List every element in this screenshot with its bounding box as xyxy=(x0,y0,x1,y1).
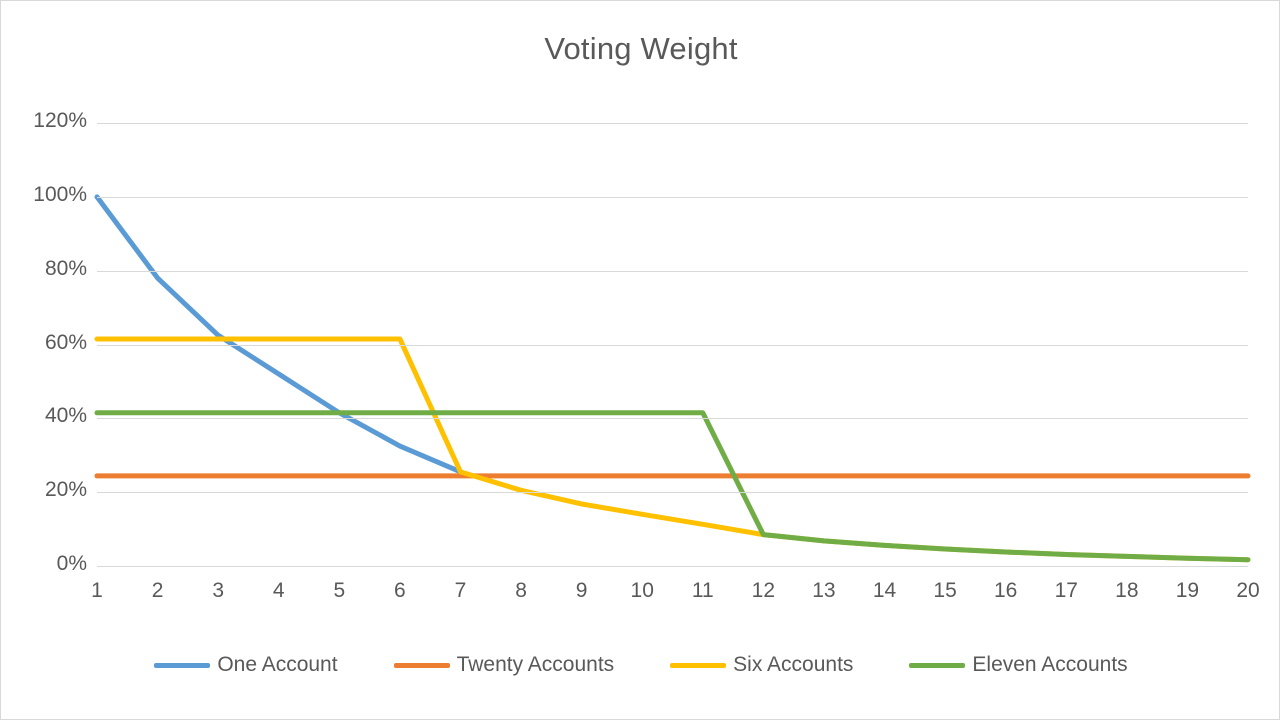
x-axis-tick-label: 16 xyxy=(993,579,1018,602)
gridline xyxy=(97,492,1248,494)
y-axis-tick-label: 0% xyxy=(56,552,87,575)
x-axis-tick-label: 20 xyxy=(1236,579,1260,602)
x-axis-tick-label: 3 xyxy=(212,579,224,602)
legend-color-swatch xyxy=(154,662,211,668)
x-axis-tick-label: 6 xyxy=(394,579,406,602)
gridline xyxy=(97,418,1248,420)
legend-item-label: One Account xyxy=(217,653,338,676)
x-axis-tick-label: 13 xyxy=(812,579,836,602)
gridline xyxy=(97,344,1248,346)
x-axis-tick-label: 12 xyxy=(751,579,776,602)
legend-color-swatch xyxy=(670,662,727,668)
legend-item-label: Eleven Accounts xyxy=(972,653,1128,676)
legend-item[interactable]: Eleven Accounts xyxy=(909,653,1128,677)
x-axis-tick-label: 17 xyxy=(1054,579,1078,602)
x-axis-tick-label: 19 xyxy=(1175,579,1200,602)
series-line xyxy=(94,410,1251,563)
x-axis-tick-label: 9 xyxy=(575,579,588,602)
x-axis-tick-label: 8 xyxy=(515,579,527,602)
chart-title: Voting Weight xyxy=(544,31,738,66)
legend-item[interactable]: One Account xyxy=(154,653,338,677)
y-axis-tick-label: 120% xyxy=(33,109,87,132)
legend-item-label: Six Accounts xyxy=(733,653,854,676)
x-axis-tick-label: 18 xyxy=(1115,579,1139,602)
series-line xyxy=(94,336,1251,563)
x-axis-tick-label: 11 xyxy=(691,579,714,602)
legend-item-label: Twenty Accounts xyxy=(456,653,615,676)
chart-legend: One Account Twenty Accounts Six Accounts El… xyxy=(1,653,1279,677)
legend-color-swatch xyxy=(909,662,966,668)
x-axis-tick-label: 10 xyxy=(630,579,654,602)
x-axis-tick-label: 5 xyxy=(333,579,346,602)
plot-area xyxy=(94,123,1251,567)
x-axis-tick-label: 1 xyxy=(91,579,103,602)
y-axis-tick-label: 20% xyxy=(44,478,87,502)
legend-item[interactable]: Twenty Accounts xyxy=(393,653,615,677)
y-axis-tick-label: 40% xyxy=(44,404,87,428)
gridline xyxy=(97,196,1248,198)
gridline xyxy=(97,270,1248,272)
x-axis-tick-label: 2 xyxy=(151,579,164,602)
y-axis-tick-label: 100% xyxy=(33,182,87,206)
gridline xyxy=(97,123,1248,124)
y-axis-tick-label: 60% xyxy=(44,330,87,354)
chart-container: Voting Weight One Account Twenty Accounts… xyxy=(0,0,1280,720)
legend-item[interactable]: Six Accounts xyxy=(670,653,853,677)
y-axis-tick-label: 80% xyxy=(44,256,87,280)
series-line xyxy=(94,194,463,475)
x-axis-tick-label: 4 xyxy=(272,579,285,602)
x-axis-tick-label: 15 xyxy=(933,579,957,602)
gridline xyxy=(97,566,1248,567)
x-axis-tick-label: 14 xyxy=(872,579,897,602)
x-axis-tick-label: 7 xyxy=(454,579,467,602)
legend-color-swatch xyxy=(393,662,450,668)
